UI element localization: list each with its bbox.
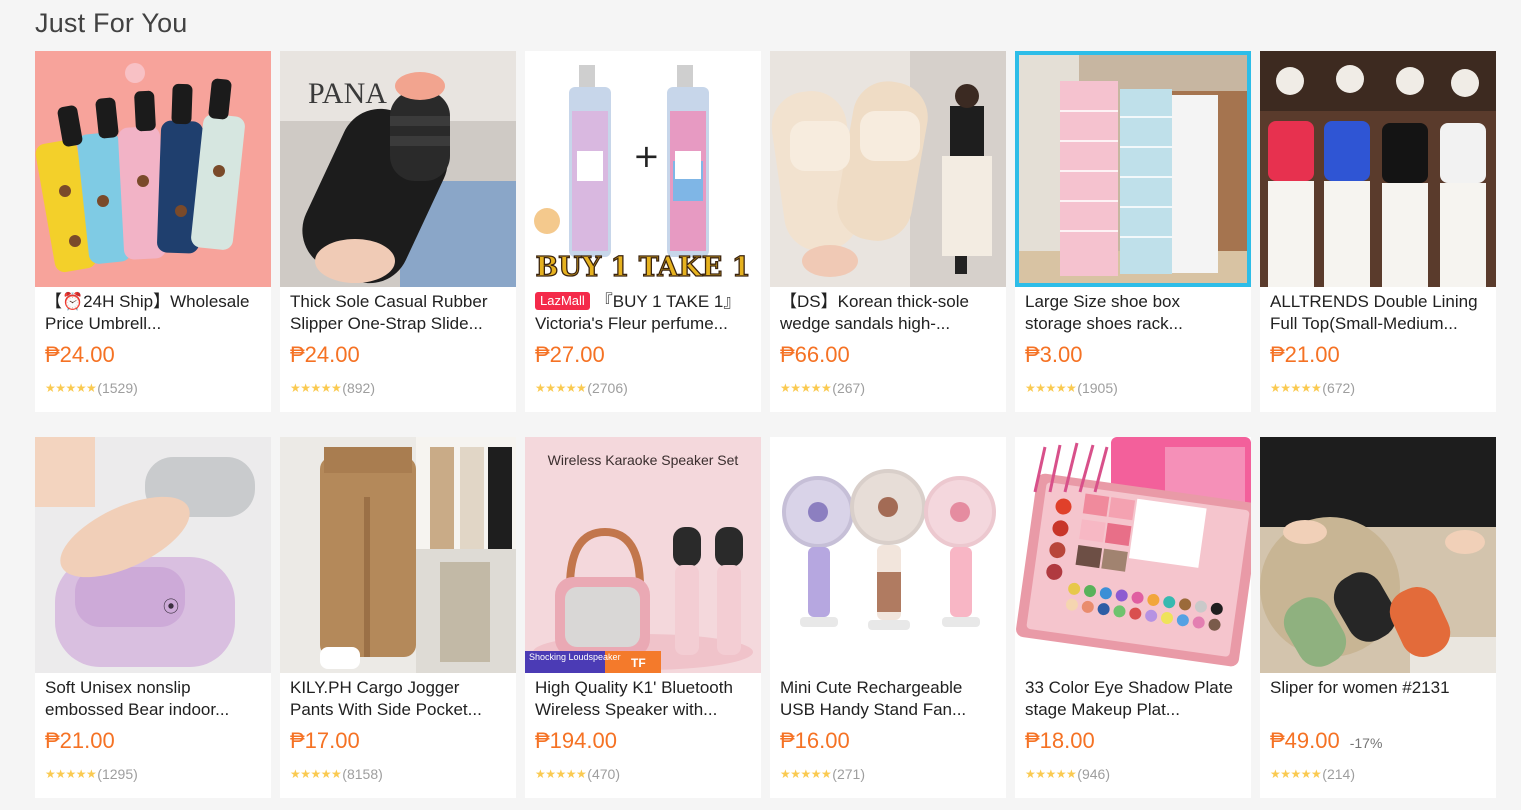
product-price: ₱21.00 (1270, 342, 1340, 367)
product-image-tops[interactable] (1260, 51, 1496, 287)
product-title[interactable]: LazMall 『BUY 1 TAKE 1』Victoria's Fleur pe… (535, 291, 751, 335)
review-count: (470) (587, 766, 620, 782)
product-price: ₱18.00 (1025, 728, 1095, 753)
star-rating-icon: ★★★★★ (1270, 767, 1322, 781)
star-rating-icon: ★★★★★ (290, 767, 342, 781)
svg-text:PANA: PANA (308, 77, 387, 110)
review-count: (1295) (97, 766, 138, 782)
product-price: ₱24.00 (290, 342, 360, 367)
product-price: ₱66.00 (780, 342, 850, 367)
review-count: (1905) (1077, 380, 1118, 396)
star-rating-icon: ★★★★★ (1025, 767, 1077, 781)
product-image-woven-slides[interactable] (1260, 437, 1496, 673)
image-tag-2: TF (631, 656, 646, 670)
star-rating-icon: ★★★★★ (45, 381, 97, 395)
product-price: ₱27.00 (535, 342, 605, 367)
star-rating-icon: ★★★★★ (780, 381, 832, 395)
product-card[interactable]: 【DS】Korean thick-sole wedge sandals high… (770, 51, 1006, 412)
product-card[interactable]: Mini Cute Rechargeable USB Handy Stand F… (770, 437, 1006, 798)
product-image-umbrellas[interactable] (35, 51, 271, 287)
image-caption: Wireless Karaoke Speaker Set (548, 452, 739, 468)
product-price: ₱194.00 (535, 728, 617, 753)
product-image-speaker[interactable]: Wireless Karaoke Speaker Set Shocking Lo… (525, 437, 761, 673)
product-title[interactable]: 33 Color Eye Shadow Plate stage Makeup P… (1025, 677, 1241, 721)
product-rating: ★★★★★ (1905) (1025, 380, 1241, 396)
product-rating: ★★★★★ (214) (1270, 766, 1486, 782)
product-card[interactable]: KILY.PH Cargo Jogger Pants With Side Poc… (280, 437, 516, 798)
product-rating: ★★★★★ (892) (290, 380, 506, 396)
product-image-sandals[interactable] (770, 51, 1006, 287)
product-rating: ★★★★★ (8158) (290, 766, 506, 782)
product-rating: ★★★★★ (2706) (535, 380, 751, 396)
review-count: (2706) (587, 380, 628, 396)
product-card[interactable]: + BUY 1 TAKE 1 LazMall 『BUY 1 TAKE 1』Vict… (525, 51, 761, 412)
product-image-perfume[interactable]: + BUY 1 TAKE 1 (525, 51, 761, 287)
product-card[interactable]: Sliper for women #2131 ₱49.00 -17% ★★★★★… (1260, 437, 1496, 798)
product-rating: ★★★★★ (946) (1025, 766, 1241, 782)
section-title: Just For You (35, 8, 188, 38)
product-price: ₱17.00 (290, 728, 360, 753)
review-count: (1529) (97, 380, 138, 396)
product-rating: ★★★★★ (271) (780, 766, 996, 782)
product-image-eyeshadow[interactable] (1015, 437, 1251, 673)
image-tag: Shocking Loudspeaker (529, 652, 621, 662)
product-title[interactable]: Thick Sole Casual Rubber Slipper One-Str… (290, 291, 506, 335)
review-count: (214) (1322, 766, 1355, 782)
review-count: (672) (1322, 380, 1355, 396)
star-rating-icon: ★★★★★ (290, 381, 342, 395)
star-rating-icon: ★★★★★ (535, 381, 587, 395)
star-rating-icon: ★★★★★ (45, 767, 97, 781)
product-image-mini-fan[interactable] (770, 437, 1006, 673)
star-rating-icon: ★★★★★ (1025, 381, 1077, 395)
product-card[interactable]: 【⏰24H Ship】Wholesale Price Umbrell... ₱2… (35, 51, 271, 412)
product-grid: 【⏰24H Ship】Wholesale Price Umbrell... ₱2… (35, 51, 1496, 798)
review-count: (267) (832, 380, 865, 396)
product-image-slides[interactable]: ⦿ (35, 437, 271, 673)
product-rating: ★★★★★ (470) (535, 766, 751, 782)
product-rating: ★★★★★ (1295) (45, 766, 261, 782)
review-count: (892) (342, 380, 375, 396)
product-title[interactable]: High Quality K1' Bluetooth Wireless Spea… (535, 677, 751, 721)
svg-text:+: + (633, 137, 660, 175)
product-image-shoe-box[interactable] (1015, 51, 1251, 287)
product-title[interactable]: 【DS】Korean thick-sole wedge sandals high… (780, 291, 996, 335)
product-price: ₱16.00 (780, 728, 850, 753)
product-title[interactable]: ALLTRENDS Double Lining Full Top(Small-M… (1270, 291, 1486, 335)
product-title[interactable]: 【⏰24H Ship】Wholesale Price Umbrell... (45, 291, 261, 335)
product-price: ₱24.00 (45, 342, 115, 367)
product-title[interactable]: Sliper for women #2131 (1270, 677, 1486, 721)
star-rating-icon: ★★★★★ (1270, 381, 1322, 395)
product-title[interactable]: Soft Unisex nonslip embossed Bear indoor… (45, 677, 261, 721)
product-rating: ★★★★★ (1529) (45, 380, 261, 396)
product-rating: ★★★★★ (267) (780, 380, 996, 396)
product-price: ₱49.00 (1270, 728, 1340, 753)
product-price: ₱21.00 (45, 728, 115, 753)
star-rating-icon: ★★★★★ (780, 767, 832, 781)
product-card[interactable]: ALLTRENDS Double Lining Full Top(Small-M… (1260, 51, 1496, 412)
lazmall-badge: LazMall (535, 292, 590, 310)
product-image-cargo-pants[interactable] (280, 437, 516, 673)
product-card[interactable]: ⦿ Soft Unisex nonslip embossed Bear indo… (35, 437, 271, 798)
product-card[interactable]: Large Size shoe box storage shoes rack..… (1015, 51, 1251, 412)
product-card[interactable]: PANA Thick Sole Casual Rubber Slipper On… (280, 51, 516, 412)
product-card[interactable]: 33 Color Eye Shadow Plate stage Makeup P… (1015, 437, 1251, 798)
product-image-slipper[interactable]: PANA (280, 51, 516, 287)
product-card[interactable]: Wireless Karaoke Speaker Set Shocking Lo… (525, 437, 761, 798)
image-caption: BUY 1 TAKE 1 (535, 252, 750, 283)
review-count: (8158) (342, 766, 383, 782)
review-count: (271) (832, 766, 865, 782)
product-title[interactable]: Large Size shoe box storage shoes rack..… (1025, 291, 1241, 335)
star-rating-icon: ★★★★★ (535, 767, 587, 781)
product-price: ₱3.00 (1025, 342, 1083, 367)
product-title[interactable]: Mini Cute Rechargeable USB Handy Stand F… (780, 677, 996, 721)
svg-text:⦿: ⦿ (163, 597, 179, 616)
review-count: (946) (1077, 766, 1110, 782)
product-title[interactable]: KILY.PH Cargo Jogger Pants With Side Poc… (290, 677, 506, 721)
product-rating: ★★★★★ (672) (1270, 380, 1486, 396)
discount-badge: -17% (1349, 735, 1383, 751)
product-row: ⦿ Soft Unisex nonslip embossed Bear indo… (35, 437, 1496, 798)
product-row: 【⏰24H Ship】Wholesale Price Umbrell... ₱2… (35, 51, 1496, 412)
